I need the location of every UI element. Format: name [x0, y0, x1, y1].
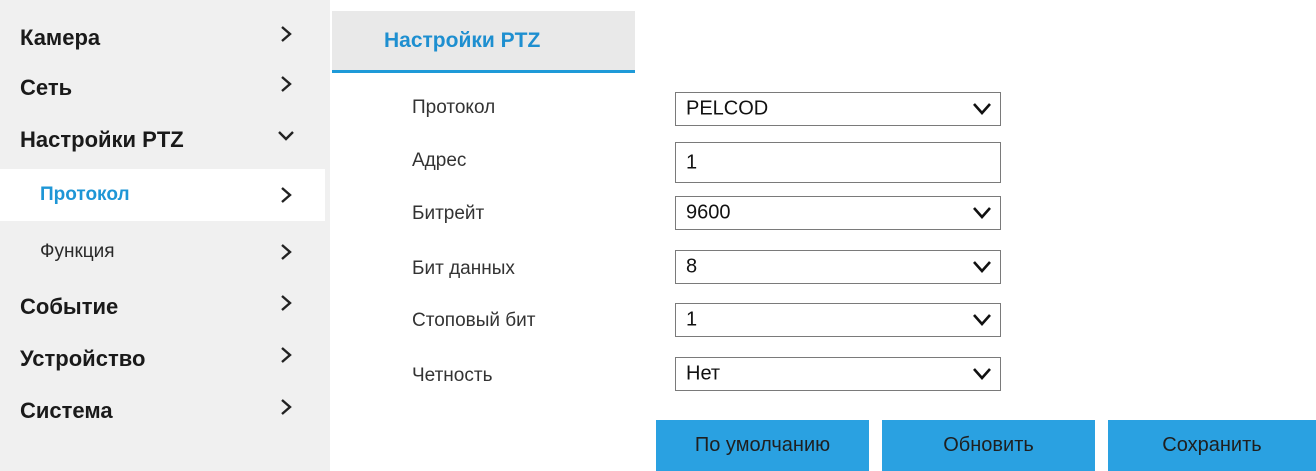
default-button[interactable]: По умолчанию [656, 420, 869, 471]
sidebar-item-label: Протокол [40, 184, 130, 205]
stop-bit-select[interactable]: 1 [675, 303, 1001, 337]
sidebar: Камера Сеть Настройки PTZ Протокол Функц… [0, 0, 330, 471]
sidebar-item-label: Камера [20, 25, 101, 50]
bitrate-select[interactable]: 9600 [675, 196, 1001, 230]
chevron-right-icon [281, 76, 292, 92]
chevron-down-icon [278, 131, 294, 141]
bitrate-label: Битрейт [412, 203, 485, 224]
chevron-right-icon [281, 295, 292, 311]
chevron-right-icon [281, 26, 292, 42]
chevron-right-icon [281, 347, 292, 363]
data-bits-label: Бит данных [412, 258, 515, 279]
address-value: 1 [686, 151, 698, 173]
parity-label: Четность [412, 365, 493, 386]
sidebar-item-protocol[interactable]: Протокол [0, 169, 325, 221]
protocol-label: Протокол [412, 97, 496, 118]
sidebar-item-function[interactable]: Функция [0, 226, 325, 278]
chevron-right-icon [281, 244, 292, 260]
sidebar-item-label: Устройство [20, 346, 146, 371]
data-bits-select[interactable]: 8 [675, 250, 1001, 284]
chevron-down-icon [973, 207, 991, 219]
chevron-down-icon [973, 103, 991, 115]
sidebar-item-label: Сеть [20, 75, 73, 100]
parity-select[interactable]: Нет [675, 357, 1001, 391]
chevron-right-icon [281, 187, 292, 203]
sidebar-item-device[interactable]: Устройство [0, 333, 325, 385]
stop-bit-label: Стоповый бит [412, 310, 536, 331]
tab-ptz-settings[interactable]: Настройки PTZ [332, 11, 635, 73]
protocol-value: PELCOD [686, 97, 769, 120]
parity-value: Нет [686, 362, 721, 385]
address-input[interactable]: 1 [675, 142, 1001, 183]
data-bits-value: 8 [686, 255, 698, 278]
chevron-down-icon [973, 261, 991, 273]
bitrate-value: 9600 [686, 201, 731, 224]
tab-label: Настройки PTZ [384, 29, 541, 52]
chevron-down-icon [973, 368, 991, 380]
save-button[interactable]: Сохранить [1108, 420, 1316, 471]
chevron-right-icon [281, 399, 292, 415]
sidebar-item-label: Система [20, 398, 113, 423]
address-label: Адрес [412, 150, 467, 171]
sidebar-item-event[interactable]: Событие [0, 281, 325, 333]
sidebar-item-label: Настройки PTZ [20, 127, 184, 152]
sidebar-item-network[interactable]: Сеть [0, 62, 325, 114]
refresh-button[interactable]: Обновить [882, 420, 1095, 471]
sidebar-item-label: Событие [20, 294, 119, 319]
sidebar-item-label: Функция [40, 241, 115, 262]
stop-bit-value: 1 [686, 308, 698, 331]
chevron-down-icon [973, 314, 991, 326]
sidebar-item-ptz-settings[interactable]: Настройки PTZ [0, 114, 325, 166]
sidebar-item-system[interactable]: Система [0, 385, 325, 437]
sidebar-item-camera[interactable]: Камера [0, 12, 325, 64]
protocol-select[interactable]: PELCOD [675, 92, 1001, 126]
